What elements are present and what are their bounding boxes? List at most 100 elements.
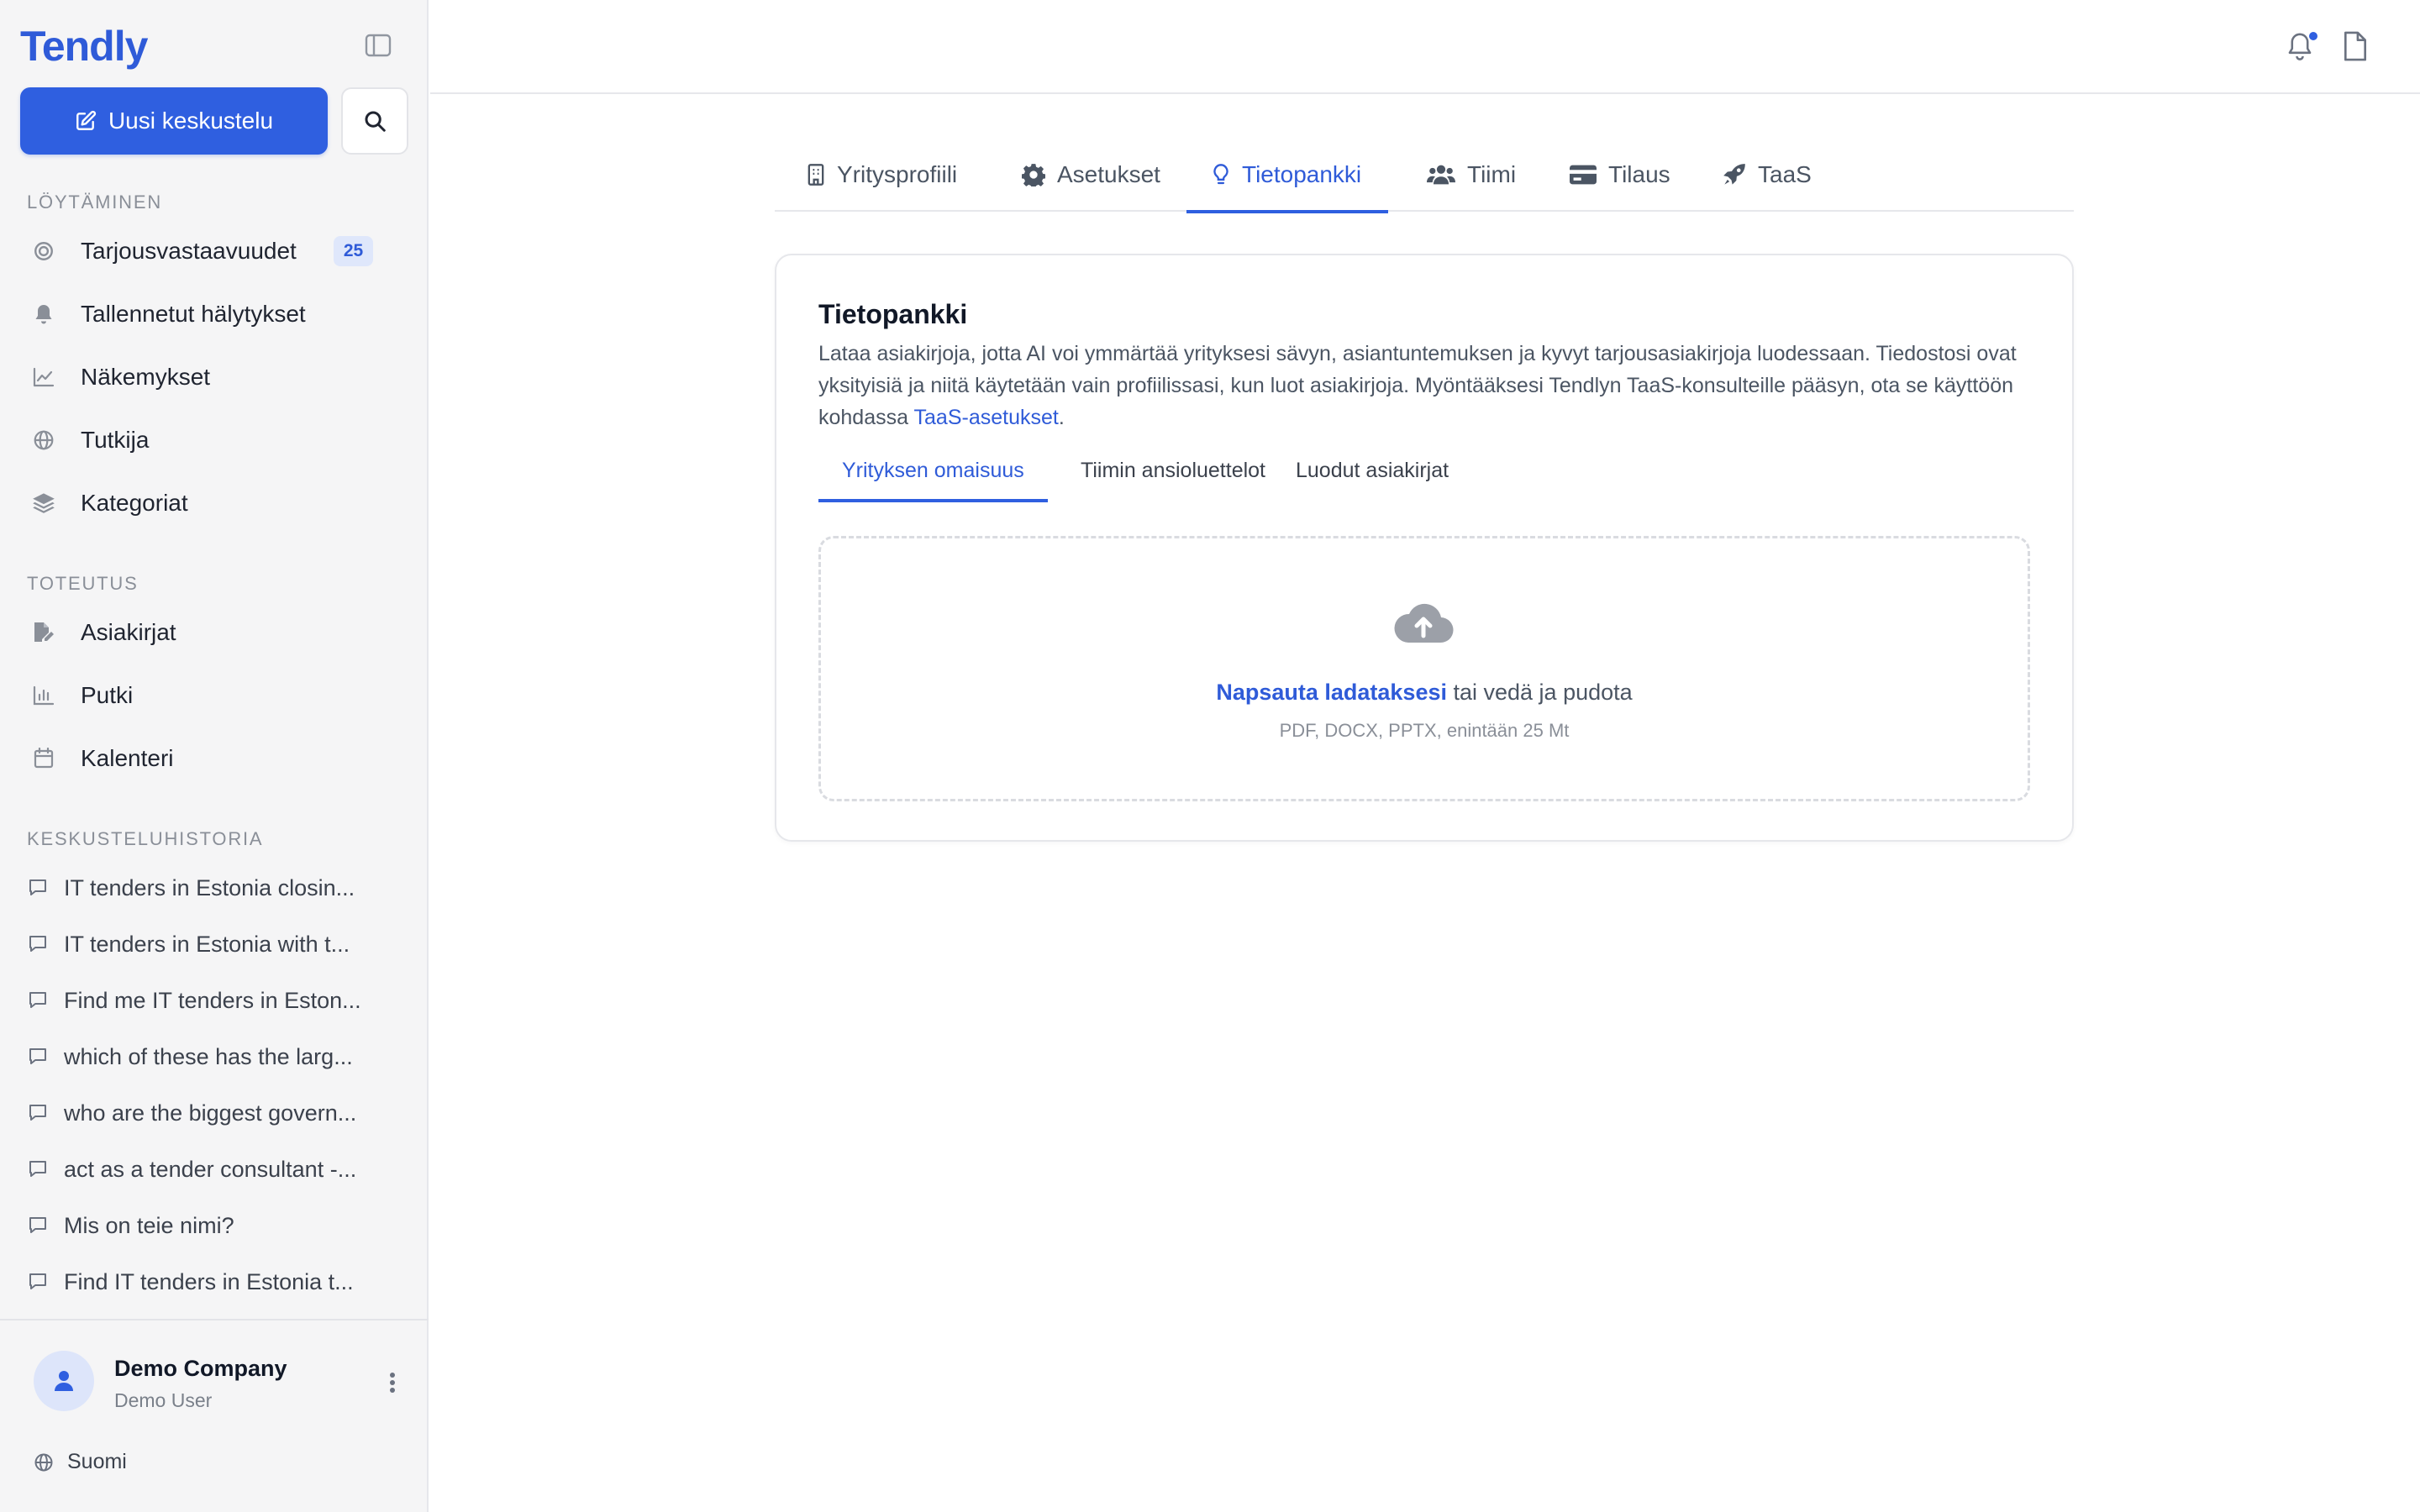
tab-label: Asetukset — [1057, 161, 1160, 187]
section-label-history: KESKUSTELUHISTORIA — [27, 828, 264, 849]
upload-dropzone[interactable]: Napsauta ladataksesi tai vedä ja pudota … — [818, 536, 2030, 801]
globe-icon — [27, 429, 60, 451]
taas-settings-link[interactable]: TaaS-asetukset — [914, 406, 1059, 429]
chat-bubble-icon — [25, 879, 50, 897]
tab-company-profile[interactable]: Yritysprofiili — [800, 144, 964, 212]
history-item[interactable]: IT tenders in Estonia closin... — [20, 864, 408, 911]
tab-team[interactable]: Tiimi — [1420, 144, 1523, 212]
chat-bubble-icon — [25, 1047, 50, 1066]
cloud-upload-icon — [1393, 599, 1454, 644]
top-bar — [430, 0, 2420, 94]
card-title: Tietopankki — [818, 299, 968, 329]
sidebar-item-label: Tallennetut hälytykset — [81, 301, 306, 327]
sidebar-item-insights[interactable]: Näkemykset — [20, 351, 408, 403]
sidebar-toggle-icon[interactable] — [365, 34, 398, 60]
tab-label: Tiimi — [1467, 161, 1517, 187]
chat-bubble-icon — [25, 1273, 50, 1291]
history-item-label: IT tenders in Estonia with t... — [64, 931, 350, 957]
subtab-company-assets[interactable]: Yrityksen omaisuus — [818, 447, 1048, 502]
upload-hint: PDF, DOCX, PPTX, enintään 25 Mt — [1279, 720, 1570, 741]
gear-icon — [1022, 163, 1045, 186]
bell-icon — [27, 303, 60, 325]
line-chart-icon — [27, 367, 60, 387]
avatar[interactable] — [34, 1351, 94, 1411]
sidebar: Tendly Uusi keskustelu LÖYTÄMINEN Tarjou… — [0, 0, 429, 1512]
chat-bubble-icon — [25, 935, 50, 953]
brand-logo[interactable]: Tendly — [20, 22, 148, 71]
target-icon — [27, 240, 60, 262]
notifications-button[interactable] — [2286, 30, 2319, 64]
language-label: Suomi — [67, 1450, 127, 1473]
description-end: . — [1058, 406, 1065, 429]
sidebar-item-label: Näkemykset — [81, 364, 211, 390]
chat-bubble-icon — [25, 991, 50, 1010]
knowledge-base-card: Tietopankki Lataa asiakirjoja, jotta AI … — [775, 254, 2074, 842]
sidebar-item-pipeline[interactable]: Putki — [20, 669, 408, 722]
sidebar-item-label: Kalenteri — [81, 745, 174, 771]
tab-label: Tietopankki — [1242, 161, 1362, 187]
chat-bubble-icon — [25, 1160, 50, 1179]
more-vertical-icon[interactable] — [380, 1366, 405, 1399]
document-icon — [2343, 30, 2376, 62]
building-icon — [807, 163, 825, 186]
user-icon — [54, 1370, 74, 1392]
layers-icon — [27, 492, 60, 514]
subtab-generated-documents[interactable]: Luodut asiakirjat — [1272, 447, 1472, 502]
lightbulb-icon — [1212, 163, 1230, 186]
upload-instructions: Napsauta ladataksesi tai vedä ja pudota — [821, 680, 2028, 706]
history-item[interactable]: act as a tender consultant -... — [20, 1146, 408, 1193]
tab-label: TaaS — [1758, 161, 1812, 187]
count-badge: 25 — [333, 236, 374, 266]
section-label-execution: TOTEUTUS — [27, 573, 139, 594]
tab-knowledge-base[interactable]: Tietopankki — [1186, 144, 1389, 213]
sidebar-item-label: Asiakirjat — [81, 619, 176, 645]
tab-settings[interactable]: Asetukset — [1015, 144, 1167, 212]
new-chat-button[interactable]: Uusi keskustelu — [20, 87, 328, 155]
document-button[interactable] — [2343, 30, 2376, 64]
chat-bubble-icon — [25, 1104, 50, 1122]
history-item-label: act as a tender consultant -... — [64, 1156, 357, 1182]
history-item[interactable]: Find me IT tenders in Eston... — [20, 977, 408, 1024]
upload-rest-text: tai vedä ja pudota — [1446, 680, 1633, 705]
sidebar-item-label: Tutkija — [81, 427, 150, 453]
sidebar-item-explorer[interactable]: Tutkija — [20, 414, 408, 466]
history-item[interactable]: which of these has the larg... — [20, 1033, 408, 1080]
divider — [0, 1319, 429, 1320]
history-item[interactable]: Mis on teie nimi? — [20, 1202, 408, 1249]
history-item-label: Mis on teie nimi? — [64, 1212, 234, 1238]
search-button[interactable] — [341, 87, 408, 155]
tab-taas[interactable]: TaaS — [1716, 144, 1818, 212]
bar-chart-icon — [27, 685, 60, 706]
history-item-label: Find IT tenders in Estonia t... — [64, 1268, 354, 1294]
upload-link[interactable]: Napsauta ladataksesi — [1216, 680, 1447, 705]
history-item-label: Find me IT tenders in Eston... — [64, 987, 361, 1013]
sidebar-item-tender-matches[interactable]: Tarjousvastaavuudet 25 — [20, 225, 408, 277]
history-item-label: who are the biggest govern... — [64, 1100, 357, 1126]
sidebar-item-label: Tarjousvastaavuudet — [81, 238, 297, 264]
sidebar-item-calendar[interactable]: Kalenteri — [20, 732, 408, 785]
history-item[interactable]: IT tenders in Estonia with t... — [20, 921, 408, 968]
chat-bubble-icon — [25, 1216, 50, 1235]
calendar-icon — [27, 748, 60, 769]
new-chat-label: Uusi keskustelu — [108, 108, 274, 134]
company-name: Demo Company — [114, 1356, 287, 1381]
language-selector[interactable]: Suomi — [34, 1450, 127, 1474]
settings-tabs: Yritysprofiili Asetukset Tietopankki Tii… — [775, 144, 2074, 213]
credit-card-icon — [1570, 165, 1597, 185]
sidebar-item-label: Putki — [81, 682, 134, 708]
history-item[interactable]: who are the biggest govern... — [20, 1089, 408, 1137]
tab-subscription[interactable]: Tilaus — [1563, 144, 1677, 212]
globe-icon — [34, 1452, 54, 1473]
search-icon — [362, 108, 387, 134]
notification-dot — [2307, 30, 2319, 42]
history-item[interactable]: Find IT tenders in Estonia t... — [20, 1258, 408, 1305]
sidebar-item-categories[interactable]: Kategoriat — [20, 477, 408, 529]
sidebar-item-documents[interactable]: Asiakirjat — [20, 606, 408, 659]
rocket-icon — [1723, 163, 1746, 186]
users-icon — [1427, 164, 1455, 186]
subtab-team-resumes[interactable]: Tiimin ansioluettelot — [1057, 447, 1289, 502]
history-item-label: IT tenders in Estonia closin... — [64, 874, 355, 900]
history-item-label: which of these has the larg... — [64, 1043, 353, 1069]
sidebar-item-label: Kategoriat — [81, 490, 188, 516]
sidebar-item-saved-alerts[interactable]: Tallennetut hälytykset — [20, 288, 408, 340]
